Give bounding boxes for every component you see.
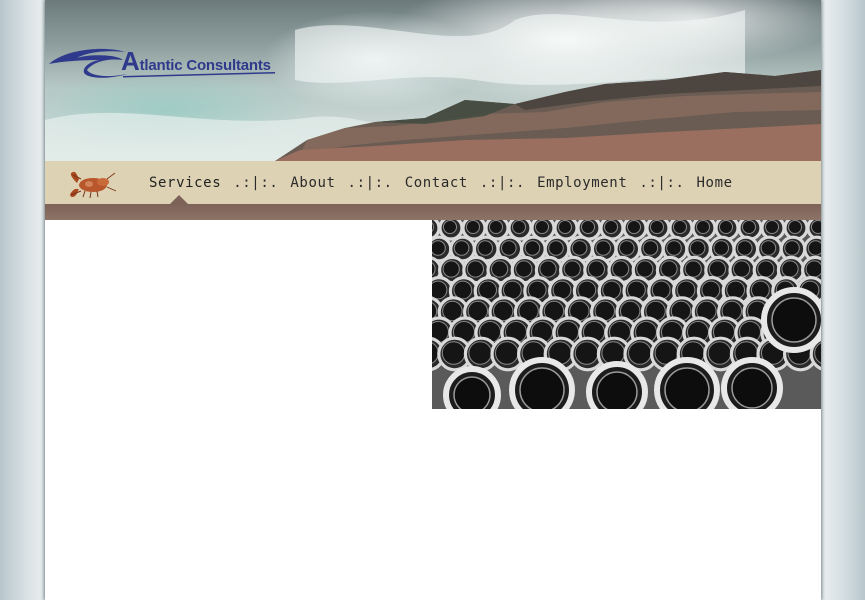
nav-link-home[interactable]: Home bbox=[697, 175, 733, 191]
nav-separator: .:|:. bbox=[479, 174, 526, 191]
pipe-end bbox=[587, 260, 605, 278]
pipe-end bbox=[627, 220, 641, 234]
pipe-end bbox=[737, 240, 753, 256]
pipe-end bbox=[666, 240, 682, 256]
pipe-end bbox=[453, 280, 473, 300]
pipe-end bbox=[707, 341, 732, 365]
pipe-end bbox=[443, 220, 457, 234]
pipe-end bbox=[701, 280, 721, 300]
pipe-end bbox=[524, 240, 541, 256]
pipe-end bbox=[501, 240, 517, 256]
nav-link-contact[interactable]: Contact bbox=[405, 175, 468, 191]
site-logo[interactable]: Atlantic Consultants bbox=[47, 42, 279, 82]
page-container: Atlantic Consultants Services .:|:. Abou… bbox=[45, 0, 821, 600]
nav-links: Services .:|:. About .:|:. Contact .:|:.… bbox=[149, 161, 733, 204]
pipe-end bbox=[489, 220, 503, 234]
main-navigation: Services .:|:. About .:|:. Contact .:|:.… bbox=[45, 161, 821, 204]
pipe-end bbox=[548, 240, 564, 256]
pipe-end bbox=[527, 280, 547, 300]
pipe-end bbox=[535, 220, 549, 234]
pipe-end bbox=[574, 341, 599, 365]
pipe-end bbox=[650, 220, 664, 234]
pipe-end bbox=[664, 367, 710, 409]
pipe-end bbox=[673, 220, 687, 234]
active-nav-pointer bbox=[170, 195, 188, 204]
pipe-end bbox=[636, 260, 654, 278]
pipe-end bbox=[539, 260, 557, 278]
pipe-end bbox=[432, 280, 448, 300]
pipe-end bbox=[684, 260, 702, 278]
nav-link-about[interactable]: About bbox=[290, 175, 335, 191]
pipe-end bbox=[596, 371, 638, 409]
pipe-end bbox=[733, 260, 751, 278]
pipe-end bbox=[581, 220, 595, 234]
pipe-end bbox=[811, 220, 821, 234]
pipe-end bbox=[595, 240, 611, 256]
logo-name: tlantic Consultants bbox=[139, 57, 271, 74]
pipe-end bbox=[726, 280, 746, 300]
nav-separator: .:|:. bbox=[639, 174, 685, 191]
pipe-end bbox=[627, 280, 646, 300]
header-banner-photo: Atlantic Consultants bbox=[45, 0, 821, 161]
pipe-end bbox=[604, 220, 618, 234]
pipe-end bbox=[558, 220, 572, 234]
pipe-end bbox=[442, 260, 460, 278]
pipe-end bbox=[466, 220, 480, 234]
pipe-end bbox=[676, 280, 696, 300]
pipe-end bbox=[441, 341, 466, 365]
nav-separator: .:|:. bbox=[233, 174, 279, 191]
pipe-end bbox=[571, 240, 588, 256]
pipe-end bbox=[628, 341, 652, 365]
pipe-end bbox=[651, 280, 671, 300]
pipes-photo-graphic bbox=[432, 220, 821, 409]
pipe-end bbox=[503, 280, 522, 300]
pipe-end bbox=[788, 220, 802, 234]
pipe-end bbox=[765, 220, 779, 234]
pipe-end bbox=[612, 260, 630, 278]
lobster-icon[interactable] bbox=[67, 169, 117, 199]
pipe-end bbox=[519, 367, 565, 409]
pipe-end bbox=[708, 260, 726, 278]
pipes-photo bbox=[432, 220, 821, 409]
pipe-end bbox=[742, 220, 756, 234]
pipe-end bbox=[719, 220, 733, 234]
pipe-end bbox=[784, 240, 800, 256]
pipe-end bbox=[453, 240, 470, 256]
pipe-end bbox=[805, 260, 821, 278]
pipe-end bbox=[757, 260, 775, 278]
pipe-end bbox=[453, 376, 491, 409]
pipe-end bbox=[771, 297, 817, 343]
pipe-end bbox=[477, 240, 494, 256]
pipe-end bbox=[731, 367, 773, 409]
pipe-end bbox=[466, 260, 485, 278]
pipe-end bbox=[689, 240, 706, 256]
logo-wordmark: Atlantic Consultants bbox=[121, 46, 271, 77]
nav-separator: .:|:. bbox=[347, 174, 393, 191]
logo-initial: A bbox=[121, 46, 140, 76]
pipe-end bbox=[696, 220, 710, 234]
pipe-end bbox=[751, 280, 770, 300]
pipe-end bbox=[515, 260, 533, 278]
pipe-end bbox=[468, 341, 493, 365]
pipe-end bbox=[781, 260, 799, 278]
pipe-end bbox=[491, 260, 509, 278]
pipe-end bbox=[478, 280, 497, 300]
pipe-end bbox=[642, 240, 659, 256]
pipe-end bbox=[601, 341, 625, 365]
pipe-end bbox=[619, 240, 635, 256]
pipe-end bbox=[563, 260, 581, 278]
pipe-end bbox=[660, 260, 678, 278]
nav-underline-strip bbox=[45, 204, 821, 220]
pipe-end bbox=[807, 240, 821, 256]
pipe-end bbox=[432, 240, 446, 256]
nav-link-services[interactable]: Services bbox=[149, 175, 221, 191]
pipe-end bbox=[713, 240, 730, 256]
pipe-end bbox=[760, 240, 777, 256]
pipe-end bbox=[495, 341, 519, 365]
nav-link-employment[interactable]: Employment bbox=[537, 175, 627, 191]
pipe-end bbox=[512, 220, 526, 234]
